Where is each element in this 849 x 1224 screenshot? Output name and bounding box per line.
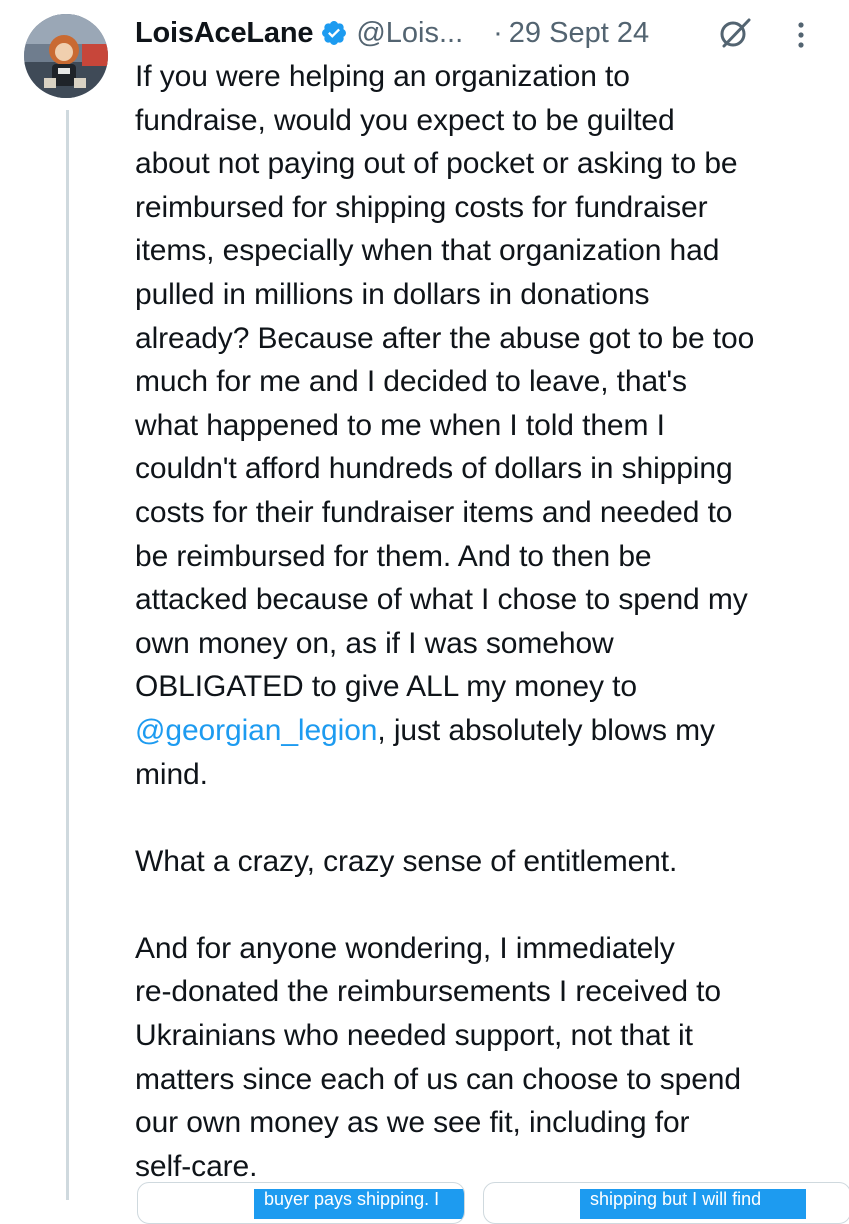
grok-icon[interactable] bbox=[718, 16, 752, 50]
tweet-text-part-1: If you were helping an organization to f… bbox=[135, 60, 755, 704]
avatar-image bbox=[24, 14, 108, 98]
tweet-text-part-2: , just absolutely blows my mind. What a … bbox=[135, 713, 741, 1183]
tweet-text: If you were helping an organization to f… bbox=[135, 55, 835, 1188]
display-name[interactable]: LoisAceLane bbox=[135, 17, 314, 50]
attachment-caption: shipping but I will find bbox=[580, 1189, 806, 1219]
attachment-card[interactable]: buyer pays shipping. I bbox=[137, 1182, 465, 1224]
more-options-icon[interactable] bbox=[790, 18, 812, 52]
attachment-caption: buyer pays shipping. I bbox=[254, 1189, 464, 1219]
avatar[interactable] bbox=[24, 14, 108, 98]
mention-link[interactable]: @georgian_legion bbox=[135, 714, 377, 747]
media-attachments: buyer pays shipping. I shipping but I wi… bbox=[135, 1178, 849, 1224]
user-handle[interactable]: @Lois... bbox=[356, 17, 463, 50]
verified-badge-icon bbox=[320, 19, 348, 47]
tweet-date[interactable]: 29 Sept 24 bbox=[509, 17, 649, 50]
date-separator: · bbox=[493, 16, 503, 49]
attachment-card[interactable]: shipping but I will find bbox=[483, 1182, 849, 1224]
thread-connector-line bbox=[66, 110, 69, 1200]
